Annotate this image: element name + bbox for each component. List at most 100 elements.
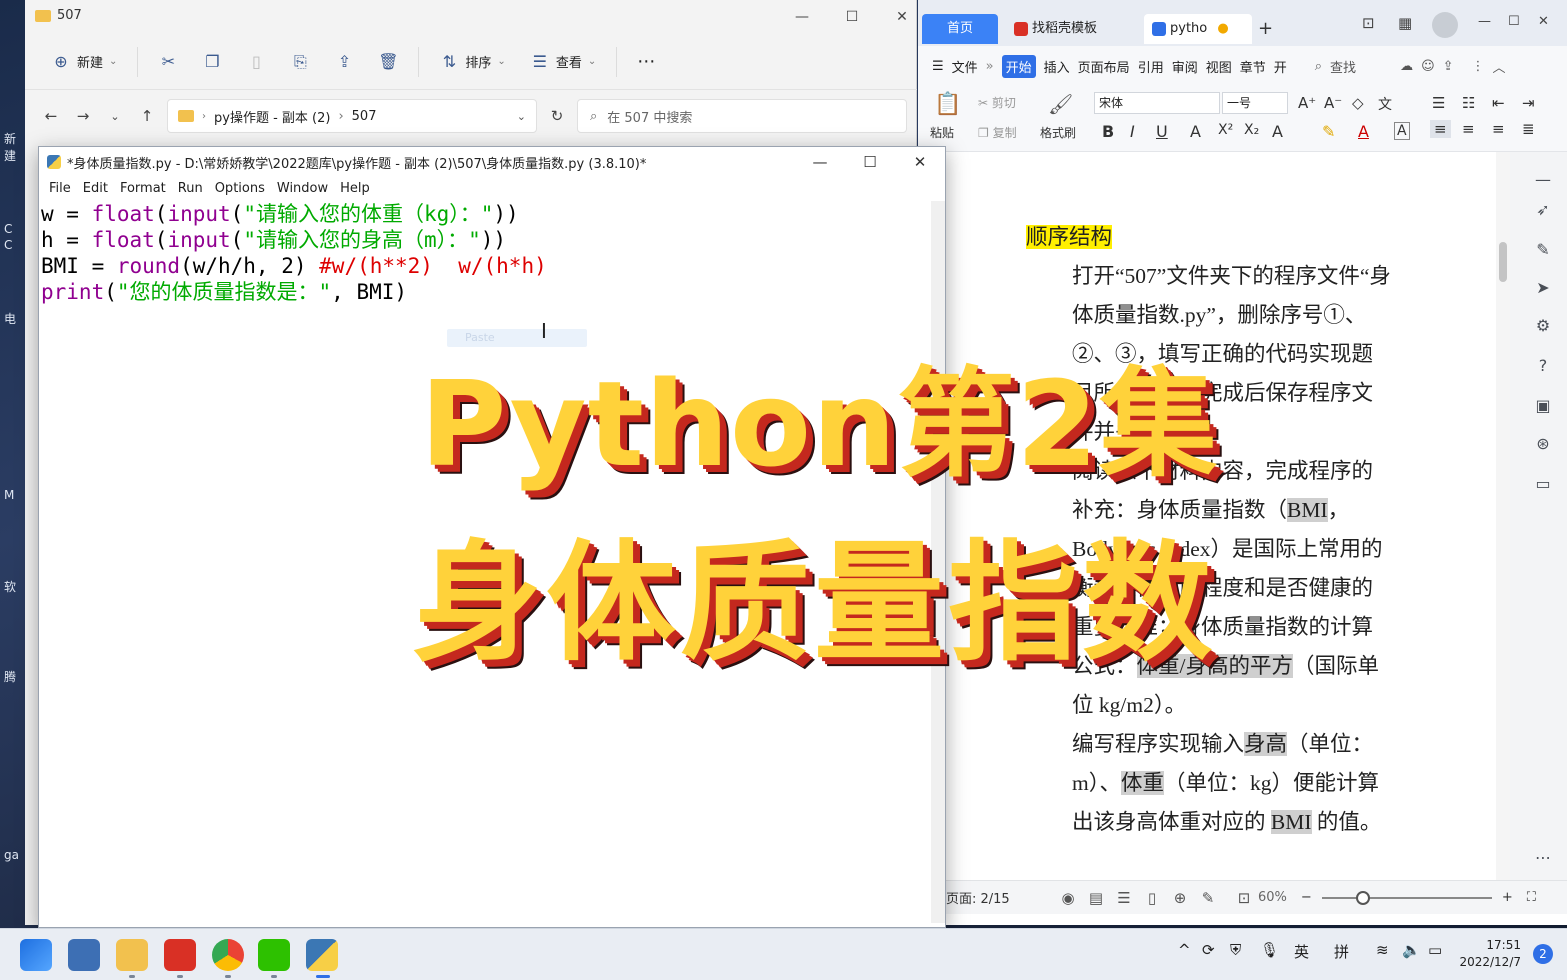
- menu-help[interactable]: Help: [334, 181, 376, 196]
- volume-icon[interactable]: 🔈: [1402, 941, 1421, 959]
- document-scrollbar[interactable]: [1496, 152, 1510, 880]
- zoom-out-icon[interactable]: −: [1301, 890, 1312, 905]
- web-view-icon[interactable]: ⊕: [1166, 889, 1194, 907]
- window-layout-icon[interactable]: ⊡: [1362, 14, 1375, 32]
- numbering-icon[interactable]: ☷: [1462, 94, 1475, 112]
- start-windows-icon[interactable]: [20, 939, 52, 971]
- zoom-slider-thumb[interactable]: [1355, 890, 1370, 905]
- address-bar[interactable]: › py操作题 - 副本 (2) › 507 ⌄: [167, 99, 537, 133]
- cut-button[interactable]: ✂ 剪切: [978, 94, 1016, 111]
- settings-sliders-icon[interactable]: ⚙: [1531, 316, 1555, 335]
- desktop-label[interactable]: 电: [4, 310, 16, 327]
- address-dropdown-icon[interactable]: ⌄: [517, 110, 526, 123]
- minimize-button[interactable]: —: [1478, 14, 1491, 29]
- menu-insert[interactable]: 插入: [1044, 57, 1070, 76]
- rename-button[interactable]: ⎘: [280, 44, 320, 80]
- chrome-icon[interactable]: [212, 939, 244, 971]
- tray-chevron-icon[interactable]: ^: [1178, 941, 1191, 959]
- format-painter-label[interactable]: 格式刷: [1040, 124, 1076, 141]
- menu-file[interactable]: File: [43, 181, 77, 196]
- more-vert-icon[interactable]: ⋮: [1472, 59, 1485, 74]
- outdent-icon[interactable]: ⇤: [1492, 94, 1505, 112]
- decrease-font-icon[interactable]: A⁻: [1324, 94, 1342, 112]
- wifi-icon[interactable]: ≋: [1376, 941, 1389, 959]
- clear-format-icon[interactable]: ◇: [1352, 94, 1364, 112]
- read-mode-icon[interactable]: ▯: [1138, 889, 1166, 907]
- python-idle-icon[interactable]: [306, 939, 338, 971]
- phonetic-icon[interactable]: 文: [1378, 94, 1392, 114]
- menu-layout[interactable]: 页面布局: [1078, 57, 1130, 76]
- superscript-icon[interactable]: X²: [1218, 122, 1233, 138]
- highlight-icon[interactable]: ✎: [1322, 122, 1335, 141]
- close-button[interactable]: ✕: [895, 147, 945, 177]
- minimize-button[interactable]: —: [795, 147, 845, 177]
- breadcrumb-item[interactable]: 507: [352, 109, 377, 124]
- computer-icon[interactable]: [68, 939, 100, 971]
- help-icon[interactable]: ?: [1531, 356, 1555, 375]
- up-arrow-icon[interactable]: ↑: [135, 107, 159, 125]
- ime-language[interactable]: 英: [1294, 941, 1309, 962]
- pen-icon[interactable]: ✎: [1531, 240, 1555, 259]
- microphone-icon[interactable]: 🎙: [1260, 941, 1279, 959]
- zoom-level[interactable]: 60%: [1258, 890, 1287, 905]
- menu-review[interactable]: 审阅: [1172, 57, 1198, 76]
- align-center-icon[interactable]: ≡: [1462, 120, 1475, 138]
- paste-button[interactable]: ▯: [236, 44, 276, 80]
- search-label[interactable]: 查找: [1330, 57, 1356, 76]
- fullscreen-icon[interactable]: ⛶: [1527, 890, 1536, 905]
- new-tab-plus-icon[interactable]: +: [1258, 18, 1273, 39]
- desktop-label[interactable]: M: [4, 488, 14, 502]
- share-button[interactable]: ⇪: [324, 44, 364, 80]
- user-add-icon[interactable]: ☺: [1421, 59, 1435, 74]
- maximize-button[interactable]: ☐: [1508, 14, 1520, 29]
- bold-icon[interactable]: B: [1102, 122, 1114, 141]
- fit-page-icon[interactable]: ⊡: [1230, 889, 1258, 907]
- more-button[interactable]: ⋯: [627, 44, 665, 80]
- menu-file[interactable]: 文件: [952, 57, 978, 76]
- subscript-icon[interactable]: X₂: [1244, 122, 1259, 138]
- copy-button[interactable]: ❐ 复制: [978, 124, 1017, 141]
- page-view-icon[interactable]: ▤: [1082, 889, 1110, 907]
- tab-home[interactable]: 首页: [922, 14, 998, 44]
- menu-view[interactable]: 视图: [1206, 57, 1232, 76]
- increase-font-icon[interactable]: A⁺: [1298, 94, 1316, 112]
- eye-protect-icon[interactable]: ◉: [1054, 889, 1082, 907]
- cut-button[interactable]: ✂: [148, 44, 188, 80]
- align-right-icon[interactable]: ≡: [1492, 120, 1505, 138]
- font-size-select[interactable]: 一号: [1222, 92, 1288, 114]
- search-input[interactable]: ⌕ 在 507 中搜索: [577, 99, 907, 133]
- recent-chevron-icon[interactable]: ⌄: [103, 110, 127, 123]
- menu-references[interactable]: 引用: [1138, 57, 1164, 76]
- text-effect-icon[interactable]: A: [1272, 122, 1283, 141]
- paste-label[interactable]: 粘贴: [930, 124, 954, 141]
- scroll-thumb[interactable]: [1499, 242, 1507, 282]
- notification-badge[interactable]: 2: [1533, 944, 1553, 964]
- editor-scrollbar[interactable]: [931, 201, 945, 923]
- italic-icon[interactable]: I: [1130, 122, 1135, 141]
- tab-template[interactable]: 找稻壳模板: [1006, 14, 1136, 44]
- menu-window[interactable]: Window: [271, 181, 334, 196]
- close-button[interactable]: ✕: [887, 6, 917, 28]
- delete-button[interactable]: 🗑: [368, 44, 408, 80]
- menu-run[interactable]: Run: [172, 181, 209, 196]
- indent-icon[interactable]: ⇥: [1522, 94, 1535, 112]
- maximize-button[interactable]: ☐: [837, 6, 867, 28]
- desktop-label[interactable]: C: [4, 222, 12, 236]
- code-editor[interactable]: w = float(input("请输入您的体重（kg）：")) h = floa…: [41, 201, 931, 923]
- image-tool-icon[interactable]: ▣: [1531, 396, 1555, 415]
- share-icon[interactable]: ⇪: [1443, 59, 1454, 74]
- shield-icon[interactable]: ⛨: [1230, 941, 1241, 959]
- page-indicator[interactable]: 页面: 2/15: [944, 888, 1054, 907]
- paste-icon[interactable]: 📋: [934, 92, 961, 117]
- desktop-label[interactable]: 软: [4, 578, 16, 595]
- wps-office-icon[interactable]: [164, 939, 196, 971]
- forward-arrow-icon[interactable]: →: [71, 107, 95, 125]
- search-icon[interactable]: ⌕: [1315, 59, 1322, 74]
- view-button[interactable]: ☰ 查看 ⌄: [520, 44, 606, 80]
- cursor-icon[interactable]: ➤: [1531, 278, 1555, 297]
- compass-icon[interactable]: ⊛: [1531, 434, 1555, 453]
- zoom-slider[interactable]: [1321, 890, 1492, 905]
- more-icon[interactable]: ⋯: [1531, 848, 1555, 867]
- menu-home[interactable]: 开始: [1001, 54, 1036, 78]
- cloud-icon[interactable]: ☁: [1400, 59, 1413, 74]
